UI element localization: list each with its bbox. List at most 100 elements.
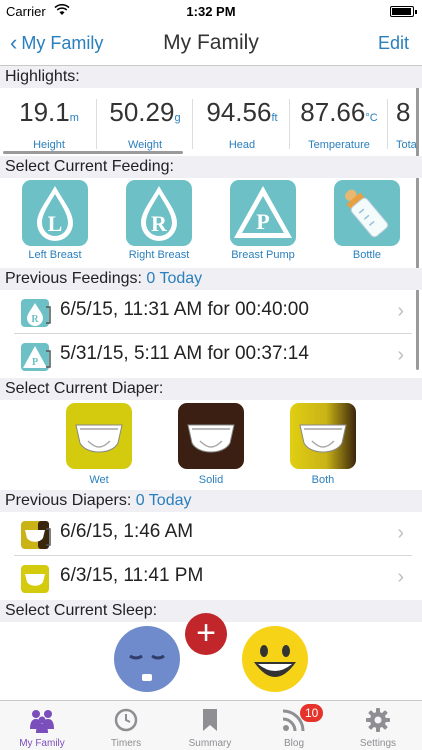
gear-icon bbox=[366, 708, 390, 732]
back-button[interactable]: ‹ My Family bbox=[10, 32, 103, 54]
diaper-row-text: 6/6/15, 1:46 AM bbox=[60, 521, 194, 542]
diaper-label: Wet bbox=[89, 474, 109, 486]
feedings-today-link[interactable]: 0 Today bbox=[146, 270, 202, 287]
left-breast-button[interactable]: L Left Breast bbox=[22, 180, 88, 264]
tab-bar: My Family Timers Summary 10 Blog Setting… bbox=[0, 700, 422, 750]
add-sleep-button[interactable]: + bbox=[185, 613, 227, 655]
diapers-today-link[interactable]: 0 Today bbox=[136, 492, 192, 509]
previous-diapers-header: Previous Diapers: 0 Today bbox=[0, 490, 422, 512]
highlight-height[interactable]: 19.1m Height bbox=[5, 97, 93, 153]
status-time: 1:32 PM bbox=[186, 4, 236, 19]
highlight-temperature[interactable]: 87.66°C Temperature bbox=[292, 97, 386, 153]
highlight-label: Height bbox=[33, 139, 65, 151]
feeding-row[interactable]: R 6/5/15, 11:31 AM for 00:40:00 › bbox=[0, 290, 422, 334]
svg-text:L: L bbox=[48, 211, 63, 236]
highlight-unit: ft bbox=[271, 112, 278, 124]
bottle-button[interactable]: Bottle bbox=[334, 180, 400, 264]
highlight-label: Head bbox=[228, 139, 256, 151]
bookmark-icon bbox=[203, 709, 217, 731]
divider bbox=[192, 99, 193, 149]
back-label: My Family bbox=[21, 32, 104, 53]
tab-my-family[interactable]: My Family bbox=[0, 701, 84, 750]
wet-diaper-button[interactable]: Wet bbox=[66, 403, 132, 487]
feeding-label: Bottle bbox=[352, 249, 382, 261]
highlight-unit: °C bbox=[365, 112, 378, 124]
feeding-row-text: 6/5/15, 11:31 AM for 00:40:00 bbox=[60, 299, 309, 320]
breast-pump-triangle-icon: P bbox=[230, 180, 296, 246]
diaper-row[interactable]: 6/3/15, 11:41 PM › bbox=[0, 556, 422, 600]
tab-settings[interactable]: Settings bbox=[336, 701, 420, 750]
battery-icon bbox=[390, 6, 417, 17]
diaper-row[interactable]: 6/6/15, 1:46 AM › bbox=[0, 512, 422, 556]
previous-diapers-label: Previous Diapers: bbox=[5, 492, 132, 509]
right-breast-drop-icon: R bbox=[20, 297, 52, 329]
diaper-row-text: 6/3/15, 11:41 PM bbox=[60, 565, 204, 586]
tab-label: Blog bbox=[283, 738, 304, 749]
feeding-row-text: 5/31/15, 5:11 AM for 00:37:14 bbox=[60, 343, 309, 364]
tab-label: Timers bbox=[110, 738, 142, 749]
highlight-value: 87.66 bbox=[300, 97, 366, 127]
edit-button[interactable]: Edit bbox=[378, 33, 409, 54]
family-icon bbox=[30, 710, 54, 733]
breast-pump-triangle-icon: P bbox=[20, 341, 52, 373]
svg-text:P: P bbox=[32, 357, 38, 368]
feeding-header: Select Current Feeding: bbox=[0, 156, 422, 178]
wet-diaper-icon bbox=[66, 403, 132, 469]
wet-diaper-icon bbox=[20, 563, 52, 595]
highlight-head[interactable]: 94.56ft Head bbox=[196, 97, 288, 153]
both-diaper-icon bbox=[20, 519, 52, 551]
chevron-right-icon: › bbox=[397, 566, 404, 588]
chevron-right-icon: › bbox=[397, 344, 404, 366]
solid-diaper-button[interactable]: Solid bbox=[178, 403, 244, 487]
tab-label: Settings bbox=[359, 738, 397, 749]
highlights-header: Highlights: bbox=[0, 66, 422, 88]
diaper-header: Select Current Diaper: bbox=[0, 378, 422, 400]
previous-feedings-header: Previous Feedings: 0 Today bbox=[0, 268, 422, 290]
left-breast-drop-icon: L bbox=[22, 180, 88, 246]
horizontal-scroll-indicator bbox=[3, 151, 183, 154]
clock-icon bbox=[114, 708, 138, 732]
divider bbox=[387, 99, 388, 149]
highlight-value: 8 bbox=[396, 97, 411, 127]
chevron-right-icon: › bbox=[397, 300, 404, 322]
status-bar: Carrier 1:32 PM bbox=[0, 0, 422, 22]
highlight-label: Tota bbox=[396, 139, 417, 151]
diaper-label: Solid bbox=[198, 474, 224, 486]
highlight-label: Temperature bbox=[308, 139, 370, 151]
highlight-total[interactable]: 8 Tota bbox=[396, 97, 422, 153]
chevron-right-icon: › bbox=[397, 522, 404, 544]
tab-label: Summary bbox=[188, 738, 232, 749]
svg-text:R: R bbox=[31, 314, 39, 325]
navigation-bar: ‹ My Family My Family Edit bbox=[0, 22, 422, 66]
diaper-label: Both bbox=[311, 474, 335, 486]
sleeping-face-icon[interactable] bbox=[114, 626, 180, 692]
tab-summary[interactable]: Summary bbox=[168, 701, 252, 750]
right-breast-button[interactable]: R Right Breast bbox=[126, 180, 192, 264]
tab-label: My Family bbox=[19, 738, 65, 749]
solid-diaper-icon bbox=[178, 403, 244, 469]
svg-text:R: R bbox=[151, 211, 168, 236]
svg-text:P: P bbox=[256, 209, 269, 234]
feeding-label: Breast Pump bbox=[231, 249, 295, 261]
highlight-weight[interactable]: 50.29g Weight bbox=[100, 97, 190, 153]
divider bbox=[289, 99, 290, 149]
divider bbox=[96, 99, 97, 149]
tab-blog[interactable]: 10 Blog bbox=[252, 701, 336, 750]
right-breast-drop-icon: R bbox=[126, 180, 192, 246]
both-diaper-button[interactable]: Both bbox=[290, 403, 356, 487]
highlight-value: 19.1 bbox=[19, 97, 70, 127]
feeding-label: Right Breast bbox=[128, 249, 190, 261]
feeding-row[interactable]: P 5/31/15, 5:11 AM for 00:37:14 › bbox=[0, 334, 422, 378]
highlight-unit: m bbox=[69, 112, 79, 124]
tab-timers[interactable]: Timers bbox=[84, 701, 168, 750]
previous-feedings-label: Previous Feedings: bbox=[5, 270, 142, 287]
highlight-label: Weight bbox=[127, 139, 163, 151]
highlights-scroller[interactable]: 19.1m Height 50.29g Weight 94.56ft Head … bbox=[0, 89, 422, 155]
highlight-value: 94.56 bbox=[206, 97, 272, 127]
chevron-left-icon: ‹ bbox=[10, 30, 18, 55]
highlight-value: 50.29 bbox=[109, 97, 175, 127]
feeding-label: Left Breast bbox=[28, 249, 82, 261]
awake-face-icon[interactable] bbox=[242, 626, 308, 692]
notification-badge: 10 bbox=[300, 704, 324, 722]
breast-pump-button[interactable]: P Breast Pump bbox=[230, 180, 296, 264]
